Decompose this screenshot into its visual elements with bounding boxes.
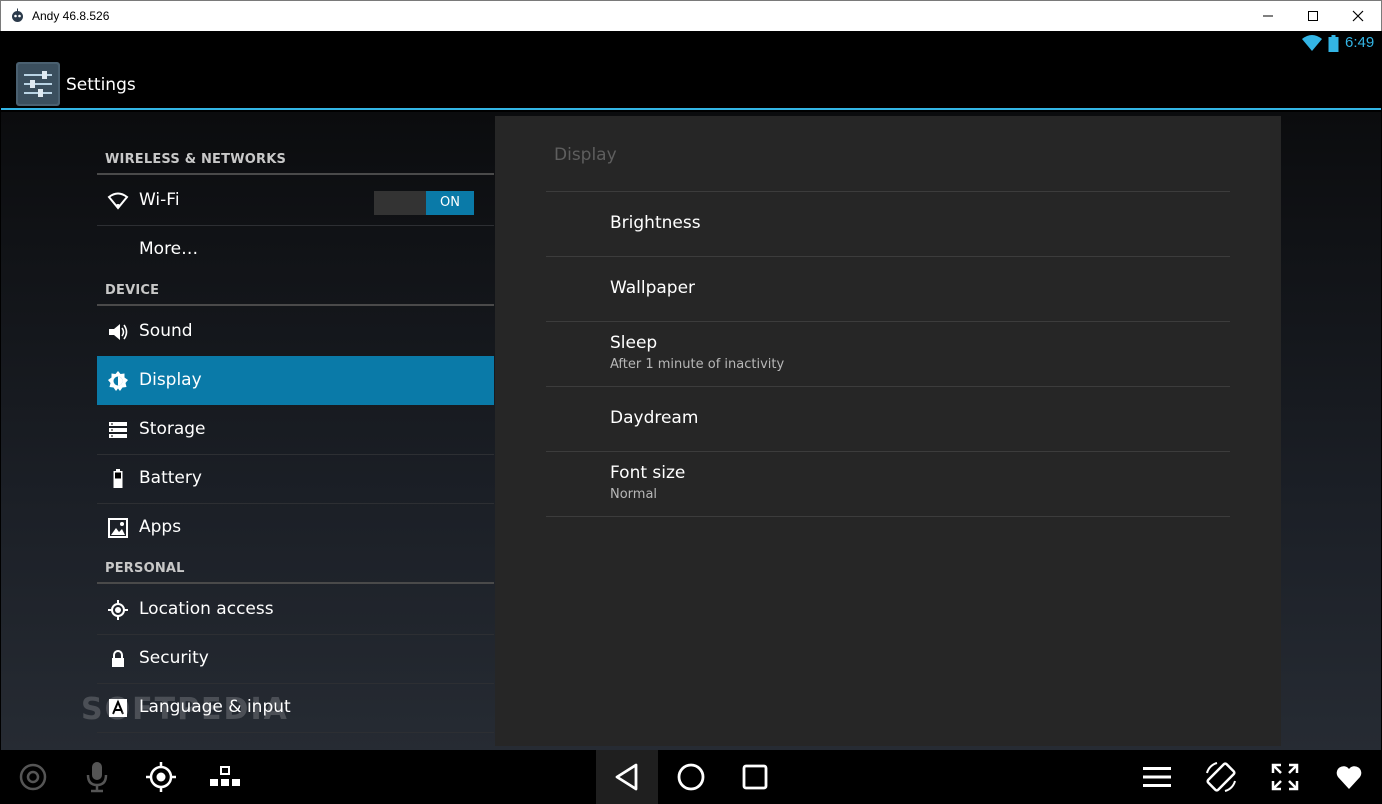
battery-status-icon [1328, 35, 1339, 52]
pref-sleep[interactable]: Sleep After 1 minute of inactivity [546, 322, 1230, 386]
close-button[interactable] [1335, 1, 1381, 31]
back-button[interactable] [596, 750, 658, 804]
settings-app-icon[interactable] [16, 62, 60, 106]
sidebar-item-storage[interactable]: Storage [97, 405, 494, 454]
favorite-button[interactable] [1329, 750, 1369, 804]
action-bar: Settings [1, 57, 1381, 110]
section-divider [97, 173, 494, 175]
storage-icon [109, 422, 127, 438]
section-header-wireless: WIRELESS & NETWORKS [105, 152, 287, 167]
menu-button[interactable] [1137, 750, 1177, 804]
sidebar-item-label: Battery [139, 468, 202, 488]
pref-brightness[interactable]: Brightness [546, 192, 1230, 256]
minimize-icon [1263, 15, 1273, 17]
gps-target-icon [146, 762, 176, 792]
section-header-personal: PERSONAL [105, 561, 185, 576]
pref-title: Brightness [610, 213, 701, 233]
pref-daydream[interactable]: Daydream [546, 387, 1230, 451]
android-status-bar: 6:49 [1, 31, 1381, 57]
microphone-icon [86, 762, 108, 793]
pref-wallpaper[interactable]: Wallpaper [546, 257, 1230, 321]
camera-icon [19, 763, 47, 791]
sidebar-item-more[interactable]: More… [97, 225, 494, 274]
section-header-device: DEVICE [105, 283, 160, 298]
battery-icon [113, 469, 123, 488]
maximize-button[interactable] [1290, 1, 1336, 31]
keyboard-keys-icon [210, 766, 240, 786]
rotate-button[interactable] [1201, 750, 1241, 804]
location-icon [108, 600, 128, 620]
fullscreen-button[interactable] [1265, 750, 1305, 804]
sidebar-item-label: Display [139, 370, 202, 390]
sidebar-item-label: More… [139, 239, 199, 259]
maximize-icon [1308, 11, 1318, 21]
recent-square-icon [742, 764, 768, 790]
wifi-toggle-on-label: ON [426, 191, 474, 215]
sidebar-item-label: Sound [139, 321, 193, 341]
softpedia-watermark: SOFTPEDIA [81, 692, 289, 727]
heart-icon [1336, 766, 1362, 789]
section-divider [97, 582, 494, 584]
pref-title: Font size [610, 463, 686, 483]
sidebar-item-sound[interactable]: Sound [97, 307, 494, 356]
close-icon [1352, 10, 1364, 22]
window-title-bar: Andy 46.8.526 [0, 0, 1382, 31]
display-settings-pane: Display Brightness Wallpaper Sleep After… [495, 116, 1281, 746]
emulator-nav-bar [1, 750, 1381, 804]
wifi-icon [107, 192, 129, 210]
brightness-icon [108, 371, 128, 391]
gps-button[interactable] [141, 750, 181, 804]
sidebar-item-label: Location access [139, 599, 274, 619]
home-circle-icon [677, 763, 705, 791]
settings-content: WIRELESS & NETWORKS Wi-Fi ON More… DEVIC… [1, 112, 1381, 750]
apps-icon [108, 518, 128, 538]
minimize-button[interactable] [1245, 1, 1291, 31]
pref-title: Wallpaper [610, 278, 696, 298]
sidebar-item-label: Storage [139, 419, 206, 439]
sidebar-item-security[interactable]: Security [97, 634, 494, 683]
back-triangle-icon [615, 763, 638, 791]
sidebar-item-label: Apps [139, 517, 182, 537]
sidebar-item-battery[interactable]: Battery [97, 454, 494, 503]
pref-title: Daydream [610, 408, 699, 428]
sidebar-item-label: Wi-Fi [139, 190, 180, 210]
rotate-screen-icon [1206, 762, 1236, 792]
status-clock: 6:49 [1345, 34, 1375, 51]
action-bar-title: Settings [66, 75, 136, 95]
pref-title: Sleep [610, 333, 658, 353]
wifi-toggle[interactable]: ON [374, 191, 474, 215]
menu-icon [1143, 767, 1171, 787]
pref-divider [546, 516, 1230, 517]
pane-title: Display [554, 145, 617, 165]
speaker-icon [109, 324, 128, 340]
recent-apps-button[interactable] [724, 750, 786, 804]
keymap-button[interactable] [205, 750, 245, 804]
sidebar-item-label: Security [139, 648, 209, 668]
pref-summary: After 1 minute of inactivity [610, 357, 785, 372]
sidebar-item-display[interactable]: Display [97, 356, 494, 405]
item-divider [97, 732, 494, 733]
fullscreen-icon [1271, 763, 1299, 791]
settings-category-list[interactable]: WIRELESS & NETWORKS Wi-Fi ON More… DEVIC… [97, 112, 494, 750]
camera-button[interactable] [13, 750, 53, 804]
home-button[interactable] [660, 750, 722, 804]
wifi-signal-icon [1302, 35, 1322, 51]
microphone-button[interactable] [77, 750, 117, 804]
section-divider [97, 304, 494, 306]
window-title: Andy 46.8.526 [32, 9, 110, 23]
sidebar-item-wifi[interactable]: Wi-Fi ON [97, 176, 494, 225]
pref-font-size[interactable]: Font size Normal [546, 452, 1230, 516]
sidebar-item-apps[interactable]: Apps [97, 503, 494, 552]
sidebar-item-location[interactable]: Location access [97, 585, 494, 634]
pref-summary: Normal [610, 487, 658, 502]
lock-icon [112, 650, 124, 667]
andy-app-icon [12, 8, 23, 22]
